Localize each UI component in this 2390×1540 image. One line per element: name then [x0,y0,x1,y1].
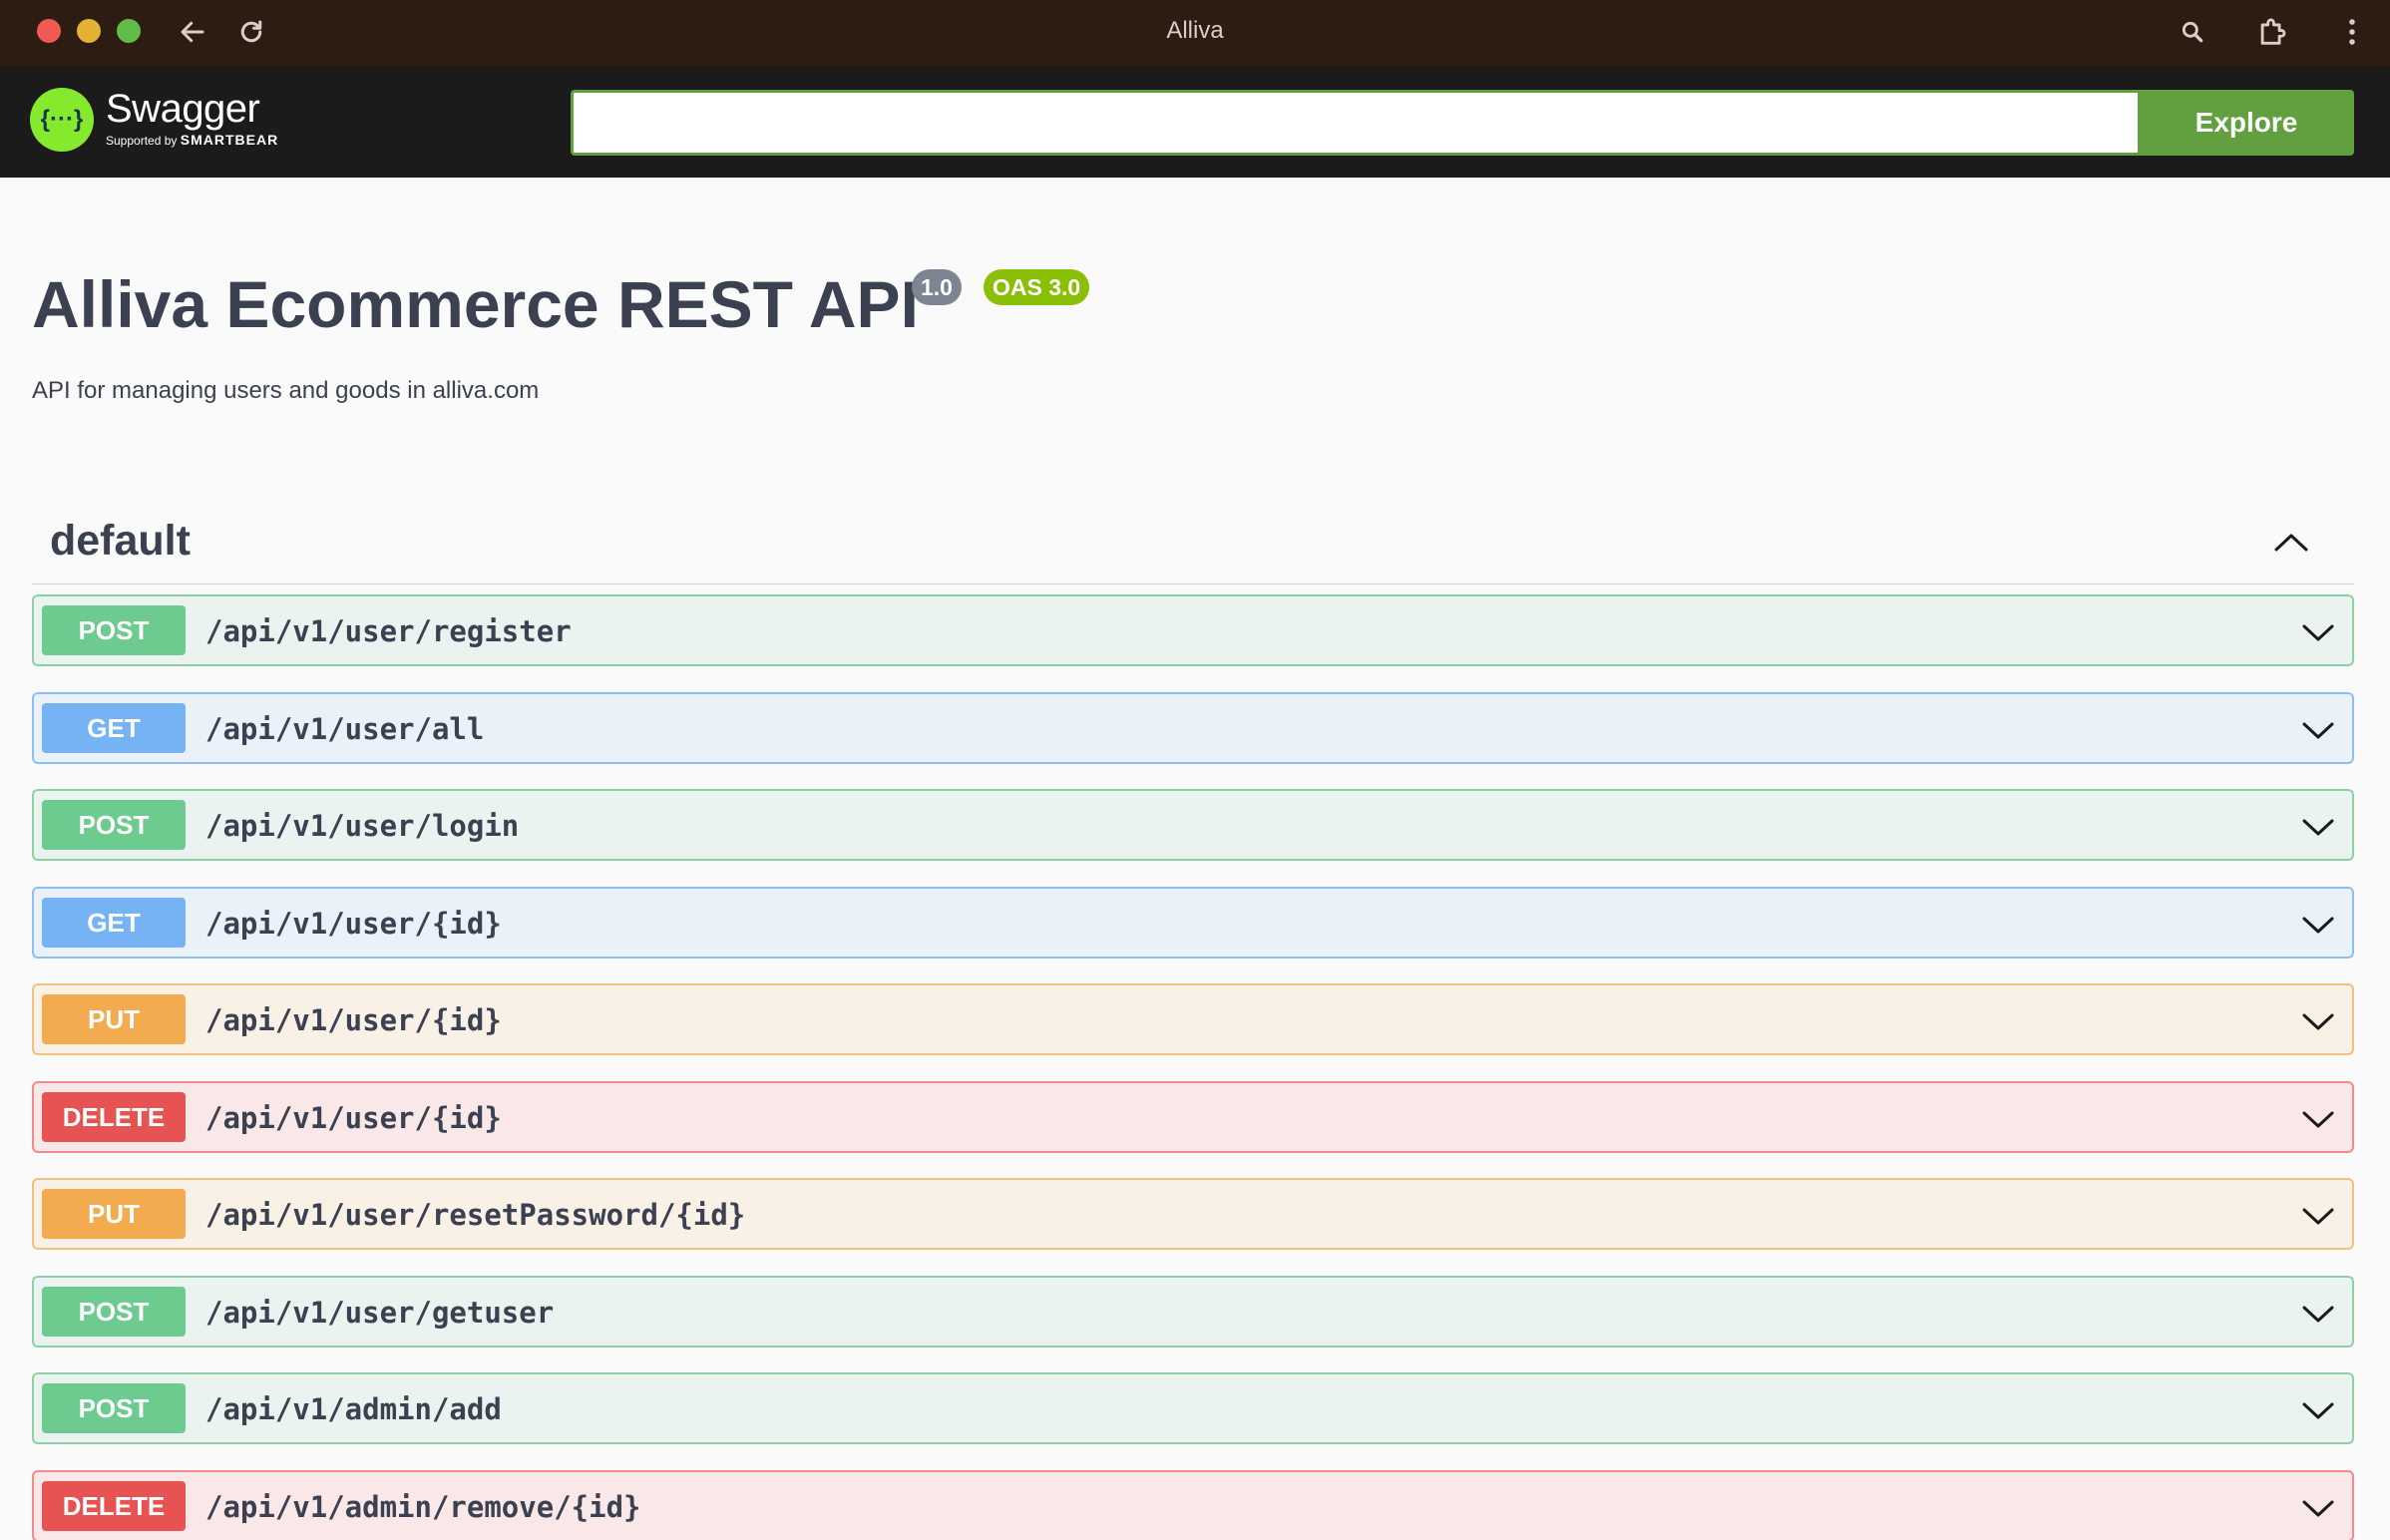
chevron-down-icon[interactable] [2300,1198,2336,1234]
method-badge: DELETE [42,1091,186,1142]
operation-path: /api/v1/user/{id} [205,906,502,941]
chevron-down-icon[interactable] [2300,712,2336,748]
operation-row[interactable]: GET /api/v1/user/{id} [32,886,2354,959]
zoom-icon[interactable] [2174,13,2211,51]
method-badge: GET [42,702,186,753]
operation-path: /api/v1/user/{id} [205,1003,502,1037]
page-title: Alliva Ecommerce REST API [32,267,919,341]
method-badge: PUT [42,994,186,1044]
method-badge: DELETE [42,1480,186,1531]
operation-row[interactable]: DELETE /api/v1/user/{id} [32,1080,2354,1153]
operation-path: /api/v1/admin/remove/{id} [205,1489,641,1524]
logo-name: Swagger [106,87,260,131]
oas-badge: OAS 3.0 [984,269,1090,305]
chevron-down-icon[interactable] [2300,1490,2336,1526]
operation-row[interactable]: POST /api/v1/user/getuser [32,1275,2354,1348]
swagger-logo[interactable]: {···} Swagger Supported by SMARTBEAR [30,88,278,152]
spec-url-input[interactable] [571,90,2141,156]
window-title: Alliva [1166,17,1224,44]
operation-row[interactable]: POST /api/v1/admin/add [32,1372,2354,1444]
operation-row[interactable]: DELETE /api/v1/admin/remove/{id} [32,1469,2354,1540]
api-description: API for managing users and goods in alli… [32,377,540,404]
operation-path: /api/v1/user/{id} [205,1100,502,1135]
section-header-default[interactable]: default [32,509,2354,584]
method-badge: POST [42,800,186,850]
menu-icon[interactable] [2333,13,2371,51]
logo-subtitle: Supported by SMARTBEAR [106,132,279,148]
operation-row[interactable]: POST /api/v1/user/login [32,789,2354,861]
explore-button[interactable]: Explore [2139,90,2354,156]
operation-path: /api/v1/user/login [205,809,520,843]
operation-path: /api/v1/user/getuser [205,1295,555,1330]
method-badge: POST [42,1383,186,1433]
method-badge: PUT [42,1189,186,1239]
chevron-down-icon[interactable] [2300,1392,2336,1428]
swagger-topbar: {···} Swagger Supported by SMARTBEAR Exp… [0,66,2390,178]
operation-row[interactable]: PUT /api/v1/user/resetPassword/{id} [32,1178,2354,1250]
chevron-down-icon[interactable] [2300,907,2336,943]
chevron-down-icon[interactable] [2300,1296,2336,1332]
operation-row[interactable]: POST /api/v1/user/register [32,594,2354,666]
chevron-down-icon[interactable] [2300,1003,2336,1039]
chevron-down-icon[interactable] [2300,1101,2336,1137]
method-badge: POST [42,1286,186,1337]
swagger-logo-icon: {···} [30,88,94,152]
chevron-down-icon[interactable] [2300,809,2336,845]
operation-path: /api/v1/admin/add [205,1392,502,1426]
operation-path: /api/v1/user/all [205,711,485,746]
version-badge: 1.0 [912,269,962,305]
operation-path: /api/v1/user/register [205,614,572,648]
operation-path: /api/v1/user/resetPassword/{id} [205,1198,746,1232]
operations-list: POST /api/v1/user/register GET /api/v1/u… [32,594,2354,1540]
section-title: default [50,517,191,565]
operation-row[interactable]: PUT /api/v1/user/{id} [32,983,2354,1055]
browser-titlebar: Alliva [0,0,2390,66]
chevron-up-icon[interactable] [2270,521,2312,563]
chevron-down-icon[interactable] [2300,614,2336,650]
method-badge: POST [42,605,186,655]
method-badge: GET [42,897,186,948]
operation-row[interactable]: GET /api/v1/user/all [32,691,2354,764]
extensions-icon[interactable] [2253,13,2291,51]
